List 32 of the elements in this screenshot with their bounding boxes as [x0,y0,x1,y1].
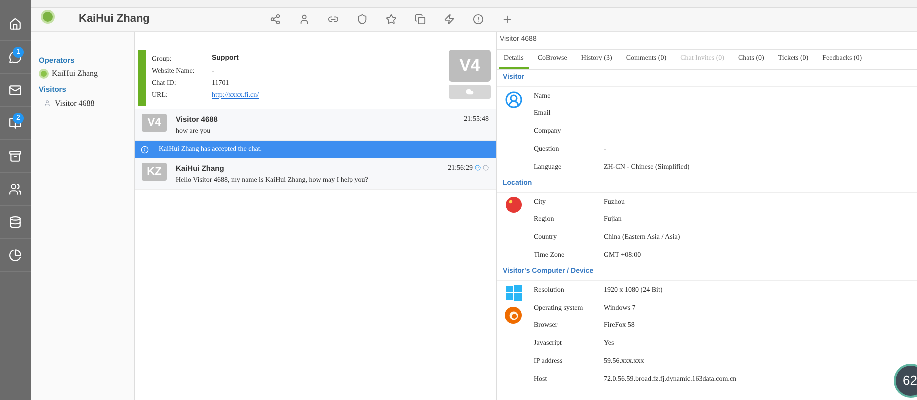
operator-name: KaiHui Zhang [79,12,150,28]
browser-icon [505,307,522,324]
database-icon[interactable] [9,216,22,228]
user-icon[interactable] [298,14,310,25]
flag-icon [506,196,522,213]
cloud-icon [466,88,474,96]
floating-counter[interactable]: 62 [894,364,917,398]
message-avatar: V4 [142,114,167,132]
info-icon [141,146,149,154]
visitor-item[interactable]: Visitor 4688 [44,98,126,110]
alert-icon[interactable] [472,14,484,25]
plus-icon[interactable] [502,14,513,25]
operator-item[interactable]: KaiHui Zhang [39,68,126,80]
home-icon[interactable] [9,18,22,30]
star-icon[interactable] [386,14,397,25]
status-stripe [138,50,146,106]
copy-icon[interactable] [414,14,426,25]
pie-chart-icon[interactable] [9,248,22,262]
mail-icon[interactable] [9,84,22,96]
archive-icon[interactable] [9,150,22,162]
users-icon[interactable] [9,182,22,196]
windows-icon [506,285,522,302]
user-icon [44,100,51,107]
lightning-icon[interactable] [444,14,455,25]
share-icon[interactable] [270,14,281,25]
status-icon [483,165,489,172]
user-icon [504,91,522,109]
shield-icon[interactable] [356,14,368,25]
visitor-avatar: V4 [449,50,491,82]
message-avatar: KZ [142,163,167,181]
link-icon[interactable] [328,14,339,25]
chat-icon[interactable] [9,50,22,64]
